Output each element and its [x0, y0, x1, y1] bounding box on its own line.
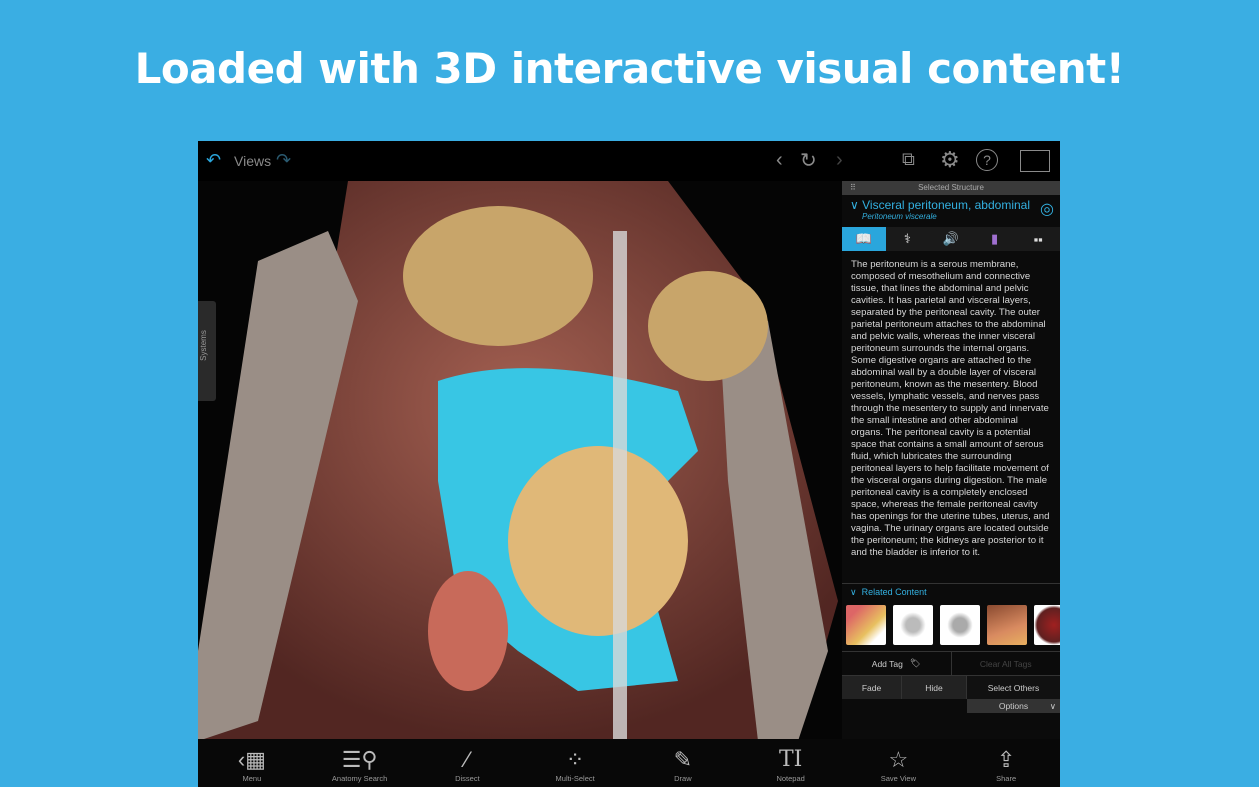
- draw-button[interactable]: ✎ Draw: [629, 739, 737, 787]
- paint-icon: ▮: [991, 231, 999, 246]
- headline: Loaded with 3D interactive visual conten…: [134, 44, 1125, 93]
- top-bar: ↶ Views ↷ ‹ ↻ › ⧉ ⚙ ?: [198, 141, 1060, 181]
- menu-icon: ‹▦: [237, 747, 266, 772]
- tab-color[interactable]: ▮: [973, 227, 1017, 251]
- structure-title[interactable]: ∨ Visceral peritoneum, abdominal ◎: [842, 195, 1060, 218]
- share-button[interactable]: ⇪ Share: [952, 739, 1060, 787]
- hide-button[interactable]: Hide: [902, 676, 967, 699]
- tab-audio[interactable]: 🔊: [929, 227, 973, 251]
- systems-drawer-tab[interactable]: Systems: [198, 301, 216, 401]
- related-thumbnail[interactable]: [893, 605, 933, 645]
- tab-definition[interactable]: 📖: [842, 227, 886, 251]
- tag-row: Add Tag 🏷 Clear All Tags: [842, 651, 1060, 675]
- menu-button[interactable]: ‹▦ Menu: [198, 739, 306, 787]
- draw-label: Draw: [674, 774, 692, 783]
- tab-clinical[interactable]: ⚕: [886, 227, 930, 251]
- panel-header-label: Selected Structure: [918, 183, 984, 192]
- drag-handle-icon[interactable]: ⠿: [850, 181, 856, 195]
- link-icon[interactable]: ⧉: [902, 149, 915, 170]
- notepad-button[interactable]: TI Notepad: [737, 739, 845, 787]
- reset-icon[interactable]: ↻: [800, 148, 817, 173]
- options-dropdown[interactable]: Options ∨: [967, 699, 1060, 713]
- undo-icon[interactable]: ↶: [206, 150, 221, 171]
- related-thumbnail[interactable]: [987, 605, 1027, 645]
- app-window: ↶ Views ↷ ‹ ↻ › ⧉ ⚙ ? Systems ⠿ Selected…: [198, 141, 1060, 787]
- action-row: Fade Hide Select Others: [842, 675, 1060, 699]
- chevron-down-icon: ∨: [850, 198, 863, 212]
- speaker-icon: 🔊: [942, 231, 960, 246]
- bottom-toolbar: ‹▦ Menu ☰⚲ Anatomy Search ⁄ Dissect ⁘ Multi-…: [198, 739, 1060, 787]
- hierarchy-icon: ▪▪: [1033, 231, 1043, 247]
- menu-label: Menu: [242, 774, 262, 783]
- text-icon: TI: [778, 747, 803, 772]
- related-thumbnail[interactable]: [846, 605, 886, 645]
- systems-label: Systems: [198, 330, 208, 361]
- scalpel-icon: ⁄: [465, 747, 470, 772]
- panel-tabs: 📖 ⚕ 🔊 ▮ ▪▪: [842, 227, 1060, 251]
- options-label: Options: [998, 701, 1029, 711]
- anatomy-model: [198, 181, 838, 741]
- 3d-anatomy-viewport[interactable]: [198, 181, 842, 741]
- pencil-icon: ✎: [673, 747, 693, 772]
- related-content-header[interactable]: ∨ Related Content: [842, 583, 1060, 599]
- search-icon: ☰⚲: [341, 747, 378, 772]
- structure-latin-name: Peritoneum viscerale: [862, 212, 937, 221]
- anatomy-search-button[interactable]: ☰⚲ Anatomy Search: [306, 739, 414, 787]
- structure-name: Visceral peritoneum, abdominal: [862, 198, 1030, 212]
- related-thumbnails[interactable]: [842, 599, 1060, 651]
- share-icon: ⇪: [996, 747, 1016, 772]
- add-tag-button[interactable]: Add Tag 🏷: [842, 652, 952, 675]
- dissect-label: Dissect: [455, 774, 480, 783]
- chevron-down-icon: ∨: [1049, 701, 1056, 711]
- clear-tags-label: Clear All Tags: [979, 658, 1032, 669]
- panel-header[interactable]: ⠿ Selected Structure: [842, 181, 1060, 195]
- forward-icon[interactable]: ›: [836, 149, 843, 172]
- tag-icon: 🏷: [909, 658, 921, 668]
- notepad-label: Notepad: [776, 774, 805, 783]
- locate-icon[interactable]: ◎: [1040, 199, 1054, 219]
- selected-structure-panel: ⠿ Selected Structure ∨ Visceral peritone…: [842, 181, 1060, 741]
- save-view-label: Save View: [880, 774, 917, 783]
- add-tag-label: Add Tag: [871, 658, 903, 669]
- tab-hierarchy[interactable]: ▪▪: [1016, 227, 1060, 251]
- back-icon[interactable]: ‹: [776, 149, 783, 172]
- related-thumbnail[interactable]: [1034, 605, 1060, 645]
- help-icon[interactable]: ?: [976, 149, 998, 171]
- structure-description: The peritoneum is a serous membrane, com…: [851, 259, 1050, 558]
- multi-select-button[interactable]: ⁘ Multi-Select: [521, 739, 629, 787]
- redo-icon[interactable]: ↷: [276, 150, 291, 171]
- stethoscope-icon: ⚕: [903, 231, 911, 246]
- fullscreen-icon[interactable]: [1020, 150, 1050, 172]
- fade-button[interactable]: Fade: [842, 676, 902, 699]
- multi-select-label: Multi-Select: [555, 774, 595, 783]
- views-label[interactable]: Views: [234, 153, 271, 169]
- anatomy-search-label: Anatomy Search: [331, 774, 388, 783]
- star-icon: ☆: [888, 747, 909, 772]
- gear-icon[interactable]: ⚙: [940, 147, 960, 173]
- share-label: Share: [996, 774, 1017, 783]
- save-view-button[interactable]: ☆ Save View: [845, 739, 953, 787]
- related-thumbnail[interactable]: [940, 605, 980, 645]
- select-others-button[interactable]: Select Others: [967, 676, 1060, 699]
- multi-select-icon: ⁘: [565, 747, 585, 772]
- book-icon: 📖: [855, 231, 872, 246]
- related-content-label: Related Content: [861, 587, 927, 597]
- dissect-button[interactable]: ⁄ Dissect: [414, 739, 522, 787]
- clear-all-tags-button[interactable]: Clear All Tags: [952, 652, 1061, 675]
